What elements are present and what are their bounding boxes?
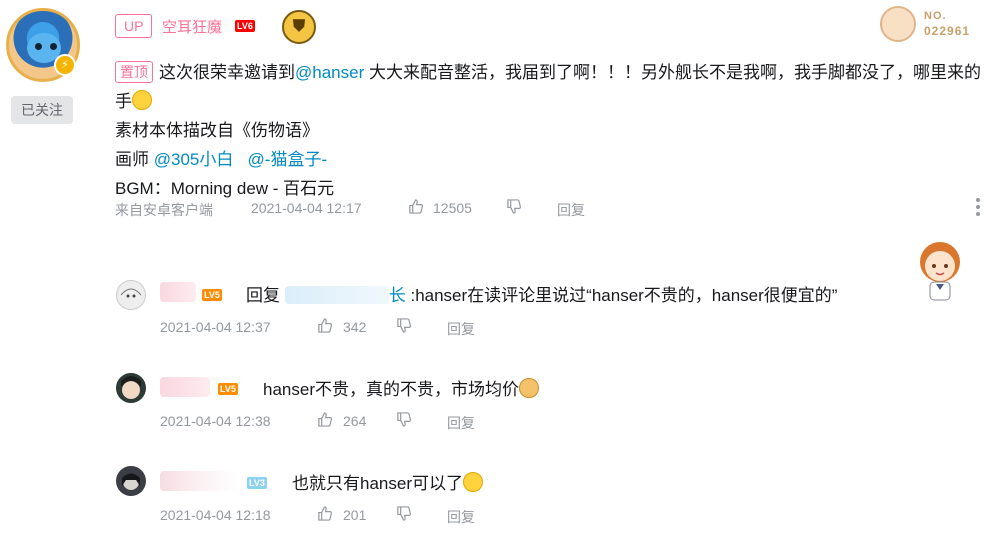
reply-meta: 2021-04-04 12:18 201 回复 (0, 506, 998, 527)
dislike-icon[interactable] (396, 318, 411, 336)
redacted-mention[interactable] (284, 286, 389, 304)
dislike-icon[interactable] (396, 506, 411, 524)
reply-text: 回复 长 :hanser在读评论里说过“hanser不贵的，hanser很便宜的… (246, 281, 837, 306)
comment-line-2: 素材本体描改自《伤物语》 (115, 121, 319, 140)
blush-emoji-icon (462, 472, 483, 492)
like-icon[interactable] (408, 199, 423, 217)
comment-line-4: BGM：Morning dew - 百石元 (115, 179, 335, 198)
doge-emoji-icon (518, 378, 539, 398)
reply-avatar[interactable] (116, 373, 146, 403)
text-segment: 画师 (115, 150, 154, 169)
mention-link[interactable]: @-猫盒子- (248, 150, 328, 169)
level-badge: LV5 (202, 289, 222, 301)
timestamp: 2021-04-04 12:38 (160, 413, 271, 429)
more-icon[interactable] (976, 198, 980, 219)
level-badge: LV3 (247, 477, 267, 489)
comment-line-3: 画师 @305小白 @-猫盒子- (115, 145, 985, 174)
like-count: 12505 (433, 200, 472, 216)
like-icon[interactable] (317, 412, 332, 430)
medal-icon: ⛊ (282, 10, 316, 44)
fan-card-avatar (880, 6, 916, 42)
source-label: 来自安卓客户端 (115, 202, 213, 218)
redacted-username (160, 471, 238, 491)
timestamp: 2021-04-04 12:18 (160, 507, 271, 523)
redacted-username (160, 377, 210, 397)
reply-text: hanser不贵，真的不贵，市场均价 (263, 375, 539, 400)
timestamp: 2021-04-04 12:17 (251, 200, 362, 216)
comment-line-1: 置顶 这次很荣幸邀请到@hanser 大大来配音整活，我届到了啊！！！另外舰长不是… (115, 58, 985, 116)
dislike-icon[interactable] (506, 199, 521, 217)
level-badge: LV5 (218, 383, 238, 395)
mention-link[interactable]: @hanser (295, 63, 364, 82)
mention-tail[interactable]: 长 (389, 286, 406, 305)
like-count: 201 (343, 507, 367, 523)
text-segment: 这次很荣幸邀请到 (159, 63, 295, 82)
like-icon[interactable] (317, 318, 332, 336)
comment-content: 置顶 这次很荣幸邀请到@hanser 大大来配音整活，我届到了啊！！！另外舰长不是… (115, 58, 985, 203)
reply-content: :hanser在读评论里说过“hanser不贵的，hanser很便宜的” (410, 286, 838, 305)
reply-area-mascot (912, 240, 968, 302)
reply-prefix: 回复 (246, 286, 285, 305)
reply-button[interactable]: 回复 (447, 319, 475, 339)
up-badge: UP (115, 14, 153, 38)
comment-meta: 来自安卓客户端 2021-04-04 12:17 12505 回复 (0, 199, 998, 220)
timestamp: 2021-04-04 12:37 (160, 319, 271, 335)
like-icon[interactable] (317, 506, 332, 524)
reply-button[interactable]: 回复 (447, 507, 475, 527)
laugh-emoji-icon (132, 90, 152, 110)
fan-card-label: NO. (924, 10, 947, 22)
reply-content: 也就只有hanser可以了 (292, 474, 463, 493)
follow-button[interactable]: 已关注 (11, 96, 73, 124)
reply-content: hanser不贵，真的不贵，市场均价 (263, 380, 519, 399)
mention-link[interactable]: @305小白 (154, 150, 234, 169)
reply-button[interactable]: 回复 (557, 200, 585, 220)
dislike-icon[interactable] (396, 412, 411, 430)
like-count: 264 (343, 413, 367, 429)
fan-card[interactable]: NO. 022961 (880, 6, 980, 44)
like-count: 342 (343, 319, 367, 335)
redacted-username (160, 282, 196, 302)
reply-meta: 2021-04-04 12:38 264 回复 (0, 412, 998, 433)
reply-button[interactable]: 回复 (447, 413, 475, 433)
lightning-badge-icon: ⚡ (54, 54, 76, 76)
reply-avatar[interactable] (116, 280, 146, 310)
level-badge: LV6 (235, 20, 255, 32)
author-name[interactable]: 空耳狂魔 (162, 16, 222, 37)
reply-text: 也就只有hanser可以了 (292, 469, 483, 494)
pinned-badge: 置顶 (115, 61, 153, 83)
reply-meta: 2021-04-04 12:37 342 回复 (0, 318, 998, 339)
reply-avatar[interactable] (116, 466, 146, 496)
fan-card-number: 022961 (924, 24, 971, 38)
